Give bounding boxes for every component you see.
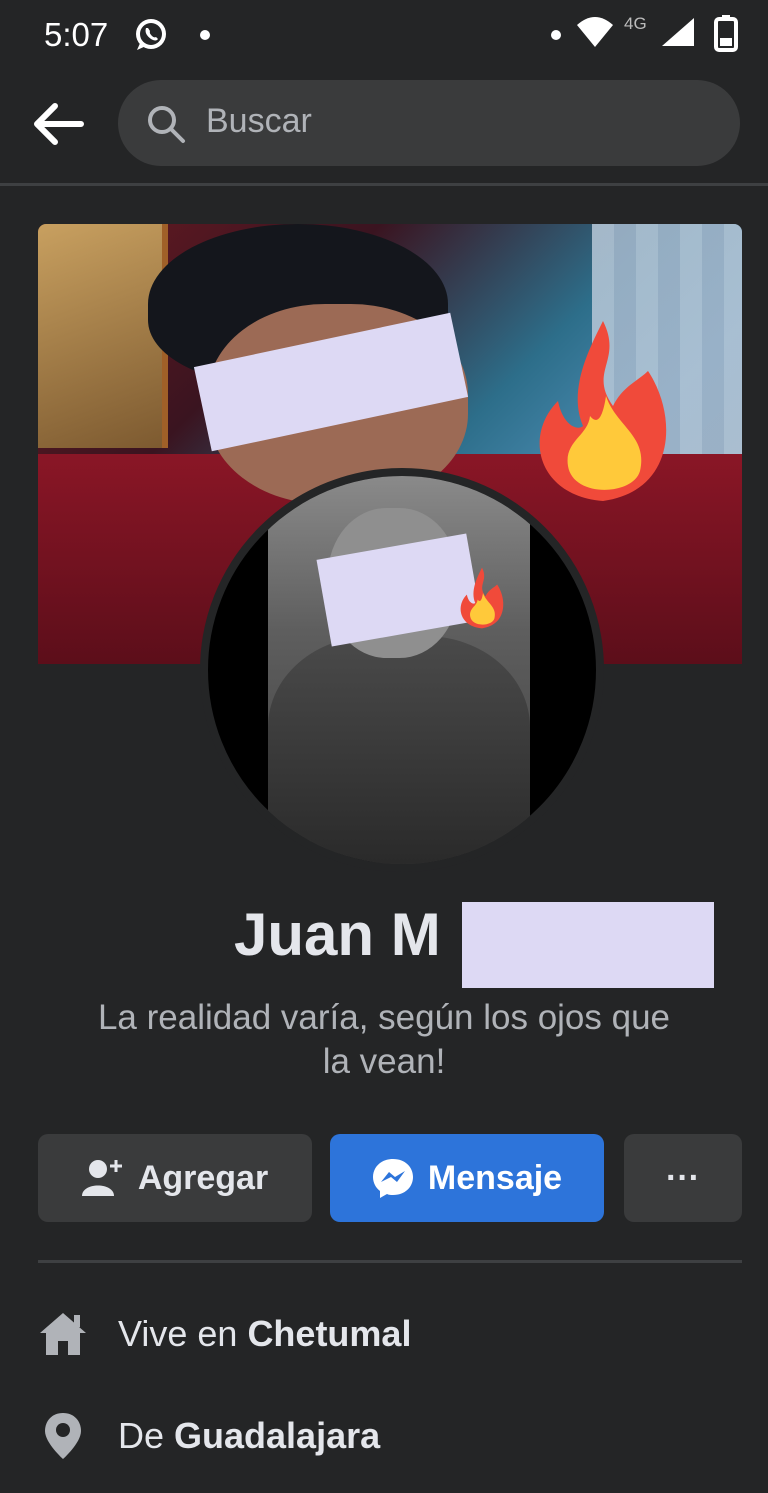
divider — [38, 1260, 742, 1263]
network-type: 4G — [624, 14, 647, 33]
message-label: Mensaje — [427, 1158, 563, 1197]
notification-dot — [551, 30, 561, 40]
back-arrow-icon — [34, 103, 84, 145]
search-input[interactable]: Buscar — [118, 80, 740, 166]
fire-icon — [539, 321, 667, 501]
back-button[interactable] — [28, 96, 88, 152]
location-pin-icon — [38, 1411, 88, 1461]
home-icon — [38, 1311, 88, 1357]
whatsapp-icon — [132, 16, 170, 59]
wifi-icon — [575, 15, 615, 54]
lives-in-prefix: Vive en — [118, 1313, 238, 1354]
battery-icon — [714, 14, 738, 57]
messenger-icon — [372, 1157, 414, 1199]
status-bar: 5:07 4G — [0, 0, 768, 70]
more-options-button[interactable]: ··· — [624, 1134, 742, 1222]
lives-in-row[interactable]: Vive en Chetumal — [38, 1304, 411, 1364]
notification-dot — [200, 30, 210, 40]
divider — [0, 183, 768, 186]
hometown-prefix: De — [118, 1415, 165, 1456]
add-friend-button[interactable]: Agregar — [38, 1134, 312, 1222]
lives-in-city: Chetumal — [247, 1313, 412, 1354]
profile-bio: La realidad varía, según los ojos que la… — [97, 998, 671, 1081]
hometown-city: Guadalajara — [174, 1415, 381, 1456]
censor-bar — [462, 902, 714, 988]
cover-picture-frame — [38, 224, 168, 448]
avatar[interactable] — [200, 468, 604, 872]
signal-icon — [660, 16, 696, 53]
status-time: 5:07 — [44, 16, 109, 53]
message-button[interactable]: Mensaje — [330, 1134, 604, 1222]
fire-icon — [460, 567, 504, 629]
add-friend-icon — [81, 1158, 124, 1198]
hometown-row[interactable]: De Guadalajara — [38, 1406, 380, 1466]
add-friend-label: Agregar — [137, 1158, 269, 1197]
more-options-icon: ··· — [666, 1158, 700, 1197]
avatar-shirt — [268, 636, 530, 864]
search-icon — [146, 104, 186, 149]
profile-name: Juan M — [234, 901, 441, 968]
search-placeholder: Buscar — [206, 102, 312, 140]
